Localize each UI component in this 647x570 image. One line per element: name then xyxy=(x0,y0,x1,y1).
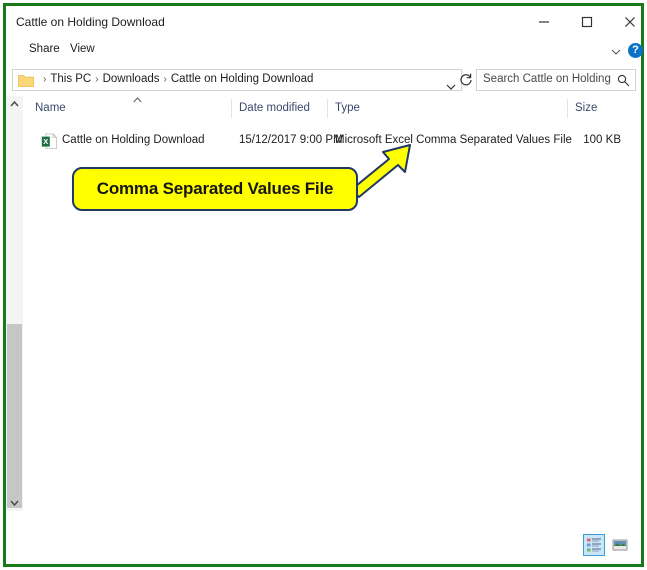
expand-ribbon-button[interactable] xyxy=(610,45,622,57)
column-header-name[interactable]: Name xyxy=(35,102,66,114)
close-icon xyxy=(624,16,635,27)
maximize-button[interactable] xyxy=(565,6,608,37)
breadcrumb-item-downloads[interactable]: Downloads xyxy=(103,73,160,85)
file-list[interactable]: X Cattle on Holding Download 15/12/2017 … xyxy=(23,121,641,511)
tab-share[interactable]: Share xyxy=(29,43,60,55)
view-mode-buttons xyxy=(583,534,633,556)
search-input[interactable]: Search Cattle on Holding Do... xyxy=(476,69,636,91)
file-date-modified-cell: 15/12/2017 9:00 PM xyxy=(239,134,343,146)
address-input[interactable]: › This PC › Downloads › Cattle on Holding Dow… xyxy=(12,69,462,91)
search-placeholder: Search Cattle on Holding Do... xyxy=(483,73,611,85)
details-view-button[interactable] xyxy=(583,534,605,556)
minimize-button[interactable] xyxy=(522,6,565,37)
breadcrumb-separator: › xyxy=(163,74,167,85)
address-dropdown-button[interactable] xyxy=(445,80,457,92)
sort-ascending-icon xyxy=(133,97,142,103)
scrollbar-thumb[interactable] xyxy=(7,324,22,508)
help-icon[interactable]: ? xyxy=(628,43,643,58)
svg-text:X: X xyxy=(43,137,48,146)
title-bar: Cattle on Holding Download xyxy=(6,6,641,39)
breadcrumb-item-this-pc[interactable]: This PC xyxy=(50,73,91,85)
chevron-up-icon xyxy=(10,100,19,107)
file-size-cell: 100 KB xyxy=(583,134,621,146)
address-bar: › This PC › Downloads › Cattle on Holding Dow… xyxy=(6,64,641,96)
breadcrumb-separator: › xyxy=(43,74,47,85)
close-button[interactable] xyxy=(608,6,647,37)
table-row[interactable]: X Cattle on Holding Download 15/12/2017 … xyxy=(23,131,641,151)
folder-icon xyxy=(18,75,34,87)
maximize-icon xyxy=(581,16,592,27)
file-type-cell: Microsoft Excel Comma Separated Values F… xyxy=(335,134,572,146)
scroll-down-button[interactable] xyxy=(6,494,23,511)
csv-excel-file-icon: X xyxy=(41,133,58,149)
file-explorer-window: Cattle on Holding Download Share View ? … xyxy=(3,3,644,567)
ribbon-tab-bar: Share View ? xyxy=(6,38,643,65)
column-divider[interactable] xyxy=(231,99,232,118)
details-view-icon xyxy=(587,538,601,552)
tab-view[interactable]: View xyxy=(70,43,95,55)
column-header-type[interactable]: Type xyxy=(335,102,360,114)
breadcrumb: › This PC › Downloads › Cattle on Holding Dow… xyxy=(39,73,313,85)
breadcrumb-item-current-folder[interactable]: Cattle on Holding Download xyxy=(171,73,314,85)
column-header-date-modified[interactable]: Date modified xyxy=(239,102,310,114)
window-title: Cattle on Holding Download xyxy=(16,15,165,29)
file-name-cell: Cattle on Holding Download xyxy=(62,134,205,146)
refresh-icon xyxy=(460,73,472,86)
scroll-up-button[interactable] xyxy=(6,96,23,113)
chevron-down-icon xyxy=(611,49,621,55)
large-icons-view-button[interactable] xyxy=(609,534,631,556)
minimize-icon xyxy=(538,20,549,23)
refresh-button[interactable] xyxy=(458,72,474,88)
large-icons-view-icon xyxy=(612,539,628,551)
search-icon xyxy=(617,74,630,87)
column-header-size[interactable]: Size xyxy=(575,102,597,114)
chevron-down-icon xyxy=(10,500,19,507)
column-divider[interactable] xyxy=(327,99,328,118)
breadcrumb-separator: › xyxy=(95,74,99,85)
chevron-down-icon xyxy=(446,84,456,90)
vertical-scrollbar[interactable] xyxy=(6,96,24,511)
column-header-row: Name Date modified Type Size xyxy=(23,96,641,122)
column-divider[interactable] xyxy=(567,99,568,118)
